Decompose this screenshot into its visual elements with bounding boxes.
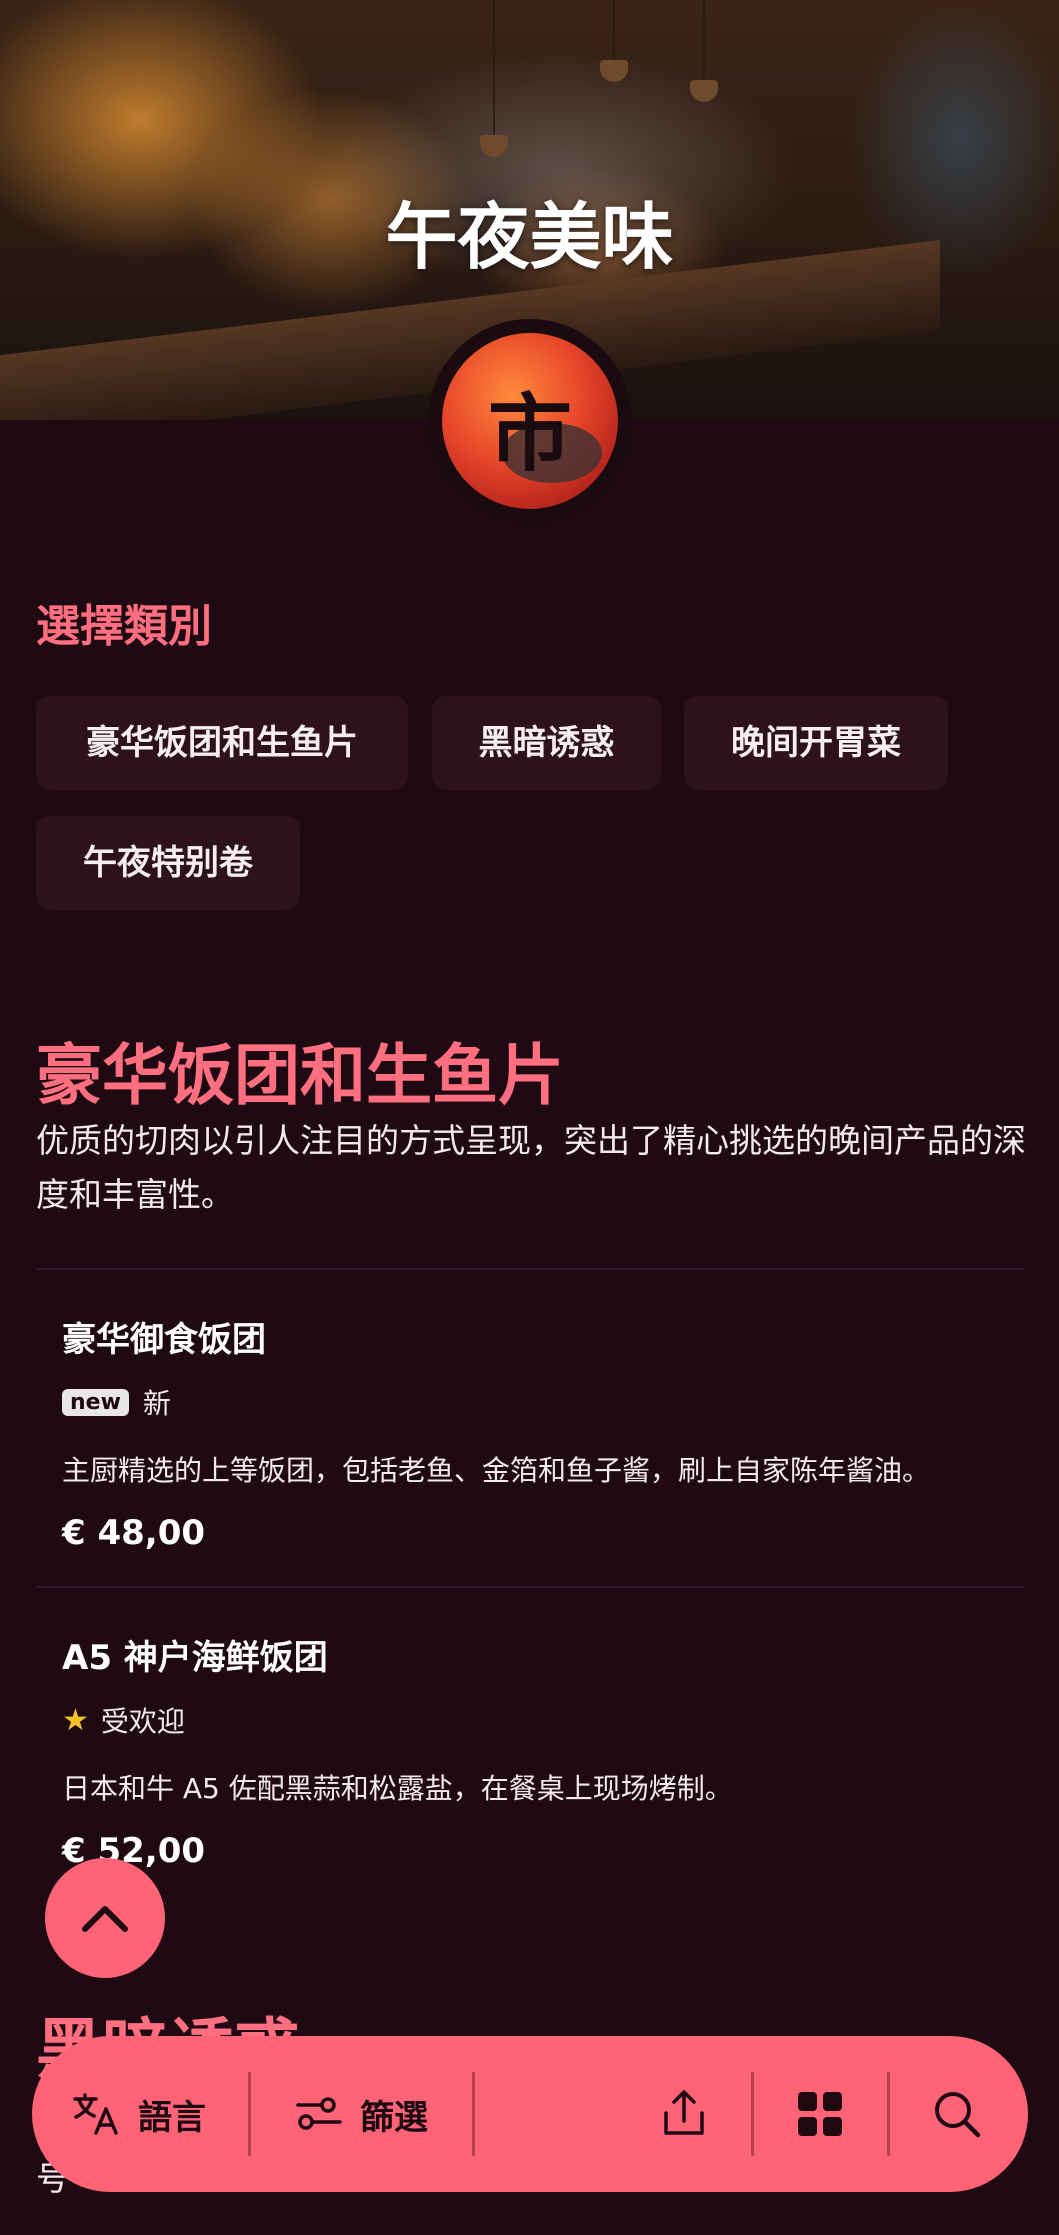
item-name: A5 神户海鲜饭团 bbox=[62, 1638, 328, 1678]
toolbar-separator bbox=[751, 2072, 754, 2156]
filter-button[interactable]: 篩選 bbox=[296, 2036, 428, 2192]
toolbar-separator bbox=[887, 2072, 890, 2156]
chevron-up-icon bbox=[82, 1906, 128, 1932]
toolbar-separator bbox=[248, 2072, 251, 2156]
share-icon bbox=[664, 2090, 704, 2135]
grid-icon bbox=[798, 2092, 842, 2136]
menu-item[interactable]: 豪华御食饭团 new 新 主厨精选的上等饭团，包括老鱼、金箔和鱼子酱，刷上自家陈… bbox=[62, 1312, 1022, 1553]
item-price: € 52,00 bbox=[62, 1831, 206, 1871]
language-button[interactable]: 語言 bbox=[72, 2036, 206, 2192]
search-icon bbox=[935, 2092, 981, 2138]
grid-view-button[interactable] bbox=[796, 2036, 844, 2192]
item-description: 主厨精选的上等饭团，包括老鱼、金箔和鱼子酱，刷上自家陈年酱油。 bbox=[62, 1454, 931, 1487]
item-tags: ★ 受欢迎 bbox=[62, 1702, 1022, 1739]
category-chip[interactable]: 午夜特别卷 bbox=[36, 816, 300, 910]
restaurant-title: 午夜美味 bbox=[385, 195, 674, 279]
restaurant-logo: 市 bbox=[432, 323, 628, 519]
category-chip[interactable]: 豪华饭团和生鱼片 bbox=[36, 696, 408, 790]
divider bbox=[36, 1268, 1024, 1270]
language-label: 語言 bbox=[138, 2097, 206, 2138]
item-tag-label: 新 bbox=[142, 1387, 171, 1420]
logo-glyph: 市 bbox=[487, 384, 572, 483]
divider bbox=[36, 1586, 1024, 1588]
search-button[interactable] bbox=[932, 2036, 982, 2192]
share-button[interactable] bbox=[660, 2036, 708, 2192]
section-title: 豪华饭团和生鱼片 bbox=[36, 1037, 564, 1114]
new-badge: new bbox=[62, 1388, 129, 1416]
bottom-toolbar: 語言 篩選 bbox=[32, 2036, 1028, 2192]
item-tags: new 新 bbox=[62, 1385, 1022, 1420]
item-price: € 48,00 bbox=[62, 1513, 206, 1553]
filter-label: 篩選 bbox=[360, 2097, 428, 2138]
item-name: 豪华御食饭团 bbox=[62, 1320, 266, 1360]
filter-icon bbox=[296, 2097, 342, 2130]
item-tag-label: 受欢迎 bbox=[100, 1705, 185, 1738]
category-selector-label: 選擇類別 bbox=[36, 601, 212, 652]
menu-item[interactable]: A5 神户海鲜饭团 ★ 受欢迎 日本和牛 A5 佐配黑蒜和松露盐，在餐桌上现场烤… bbox=[62, 1630, 1022, 1871]
toolbar-separator bbox=[472, 2072, 475, 2156]
section-description: 优质的切肉以引人注目的方式呈现，突出了精心挑选的晚间产品的深度和丰富性。 bbox=[36, 1121, 1026, 1214]
item-description: 日本和牛 A5 佐配黑蒜和松露盐，在餐桌上现场烤制。 bbox=[62, 1772, 733, 1805]
category-chip[interactable]: 黑暗诱惑 bbox=[432, 696, 661, 790]
category-chip[interactable]: 晚间开胃菜 bbox=[684, 696, 948, 790]
scroll-top-button[interactable] bbox=[45, 1858, 165, 1978]
translate-icon bbox=[73, 2093, 118, 2135]
star-icon: ★ bbox=[62, 1702, 89, 1738]
